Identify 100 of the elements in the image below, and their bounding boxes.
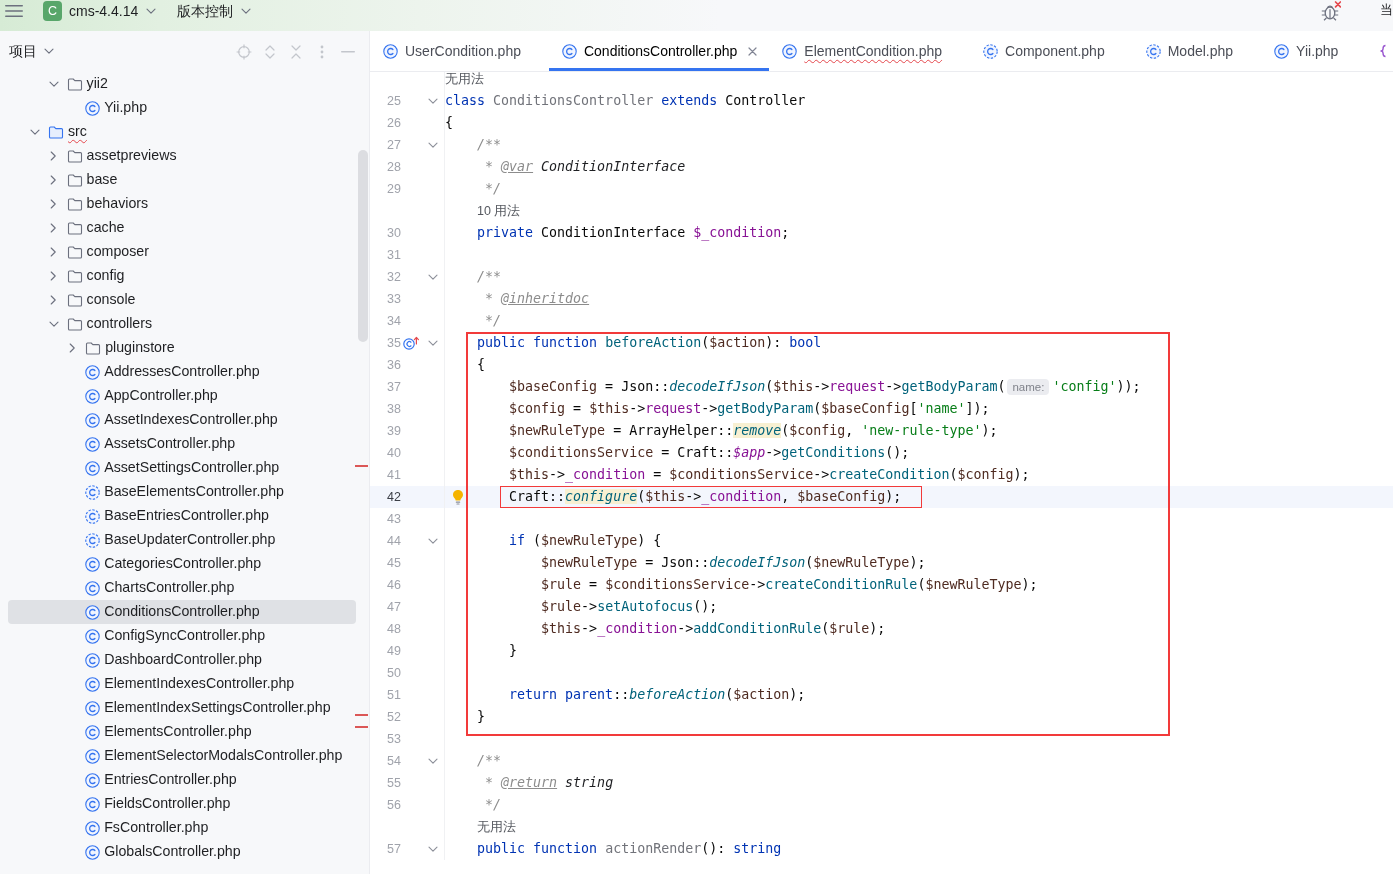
class-icon	[85, 388, 101, 404]
chevron-icon[interactable]	[427, 339, 438, 347]
chevron-icon[interactable]	[427, 537, 438, 545]
chevron-icon[interactable]	[427, 757, 438, 765]
tree-item[interactable]: yii2	[8, 72, 356, 96]
vcs-dropdown[interactable]: 版本控制	[177, 0, 252, 22]
tree-item[interactable]: pluginstore	[8, 336, 356, 360]
folder-icon	[66, 220, 83, 236]
editor-tab[interactable]: Component.php	[970, 31, 1133, 71]
line-number: 26	[386, 115, 401, 132]
editor-tab[interactable]: Model.php	[1132, 31, 1262, 71]
chevron-icon[interactable]	[50, 247, 58, 257]
tree-item[interactable]: src	[8, 120, 356, 144]
tree-item[interactable]: ElementsController.php	[8, 720, 356, 744]
tree-item[interactable]: ElementIndexesController.php	[8, 672, 356, 696]
code-line: return parent::beforeAction($action);	[509, 687, 806, 702]
tree-item[interactable]: ChartsController.php	[8, 576, 356, 600]
class-icon	[85, 724, 101, 740]
line-number: 54	[386, 753, 401, 770]
tree-item[interactable]: controllers	[8, 312, 356, 336]
usages-hint[interactable]: 无用法	[477, 820, 517, 834]
project-dropdown[interactable]: cms-4.4.14	[69, 0, 157, 22]
tree-item[interactable]: CategoriesController.php	[8, 552, 356, 576]
panel-dropdown[interactable]: 项目	[9, 41, 54, 62]
chevron-icon[interactable]	[50, 223, 58, 233]
tree-item[interactable]: BaseElementsController.php	[8, 480, 356, 504]
close-icon[interactable]	[748, 46, 758, 56]
abstract-class-icon	[983, 43, 999, 59]
chevron-icon[interactable]	[50, 295, 58, 305]
chevron-icon[interactable]	[48, 320, 59, 328]
chevron-icon[interactable]	[427, 845, 438, 853]
line-number: 51	[386, 687, 401, 704]
line-number: 52	[386, 709, 401, 726]
editor-tab[interactable]: Yii.php	[1261, 31, 1367, 71]
line-number: 32	[386, 269, 401, 286]
tree-item[interactable]: base	[8, 168, 356, 192]
chevron-icon	[241, 7, 252, 15]
chevron-icon[interactable]	[427, 273, 438, 281]
folder-icon	[66, 172, 83, 188]
tree-item[interactable]: FieldsController.php	[8, 792, 356, 816]
tree-item[interactable]: ConditionsController.php	[8, 600, 356, 624]
tree-item[interactable]: DashboardController.php	[8, 648, 356, 672]
folder-icon	[85, 340, 102, 356]
tree-item[interactable]: AddressesController.php	[8, 360, 356, 384]
usages-hint[interactable]: 10 用法	[477, 204, 521, 218]
tree-item[interactable]: assetpreviews	[8, 144, 356, 168]
error-stripe-icon	[355, 726, 368, 728]
tree-item[interactable]: AppController.php	[8, 384, 356, 408]
code-line: $config = $this->request->getBodyParam($baseConfig['name']);	[509, 401, 990, 416]
class-icon	[561, 43, 577, 59]
tree-item[interactable]: console	[8, 288, 356, 312]
line-number: 27	[386, 137, 401, 154]
tree-item[interactable]: BaseUpdaterController.php	[8, 528, 356, 552]
error-stripe-icon	[355, 714, 368, 716]
tree-item[interactable]: config	[8, 264, 356, 288]
abstract-class-icon	[1145, 43, 1161, 59]
scrollbar-thumb[interactable]	[358, 150, 368, 342]
line-number: 44	[386, 533, 401, 550]
error-stripe-icon	[355, 465, 368, 467]
editor-tab[interactable]: ElementCondition.php	[769, 31, 971, 71]
tree-item[interactable]: BaseEntriesController.php	[8, 504, 356, 528]
editor-tab[interactable]: UserCondition.php	[370, 31, 549, 71]
bug-icon[interactable]	[1320, 1, 1341, 21]
chevron-icon[interactable]	[50, 175, 58, 185]
folder-icon	[66, 76, 83, 92]
code-line: /**	[477, 137, 502, 152]
tree-item[interactable]: Yii.php	[8, 96, 356, 120]
chevron-icon[interactable]	[50, 271, 58, 281]
chevron-icon[interactable]	[30, 128, 40, 136]
chevron-icon[interactable]	[427, 97, 438, 105]
line-number: 46	[386, 577, 401, 594]
chevron-icon[interactable]	[68, 343, 76, 353]
tree-item[interactable]: AssetSettingsController.php	[8, 456, 356, 480]
line-number: 42	[386, 489, 401, 506]
code-line: $rule->setAutofocus();	[541, 599, 718, 614]
tree-item[interactable]: GlobalsController.php	[8, 840, 356, 864]
tree-item[interactable]: ElementSelectorModalsController.php	[8, 744, 356, 768]
line-number: 35	[386, 335, 401, 352]
class-icon	[85, 580, 101, 596]
circle-up-arrow-icon[interactable]	[403, 336, 419, 350]
menu-icon[interactable]	[5, 4, 23, 18]
class-icon	[85, 772, 101, 788]
tree-item[interactable]: behaviors	[8, 192, 356, 216]
tree-item[interactable]: EntriesController.php	[8, 768, 356, 792]
tree-item[interactable]: ConfigSyncController.php	[8, 624, 356, 648]
chevron-icon[interactable]	[48, 80, 59, 88]
folder-icon	[66, 196, 83, 212]
editor-tab[interactable]: ConditionsController.php	[548, 31, 770, 71]
chevron-icon[interactable]	[50, 151, 58, 161]
toolbar-label[interactable]: 当	[1380, 2, 1393, 18]
folder-icon	[66, 316, 83, 332]
tree-item[interactable]: ElementIndexSettingsController.php	[8, 696, 356, 720]
tree-item[interactable]: composer	[8, 240, 356, 264]
chevron-icon[interactable]	[427, 141, 438, 149]
tree-item[interactable]: FsController.php	[8, 816, 356, 840]
tree-item[interactable]: AssetsController.php	[8, 432, 356, 456]
tree-item[interactable]: cache	[8, 216, 356, 240]
chevron-icon[interactable]	[50, 199, 58, 209]
tree-item[interactable]: AssetIndexesController.php	[8, 408, 356, 432]
usages-hint[interactable]: 无用法	[445, 72, 484, 86]
